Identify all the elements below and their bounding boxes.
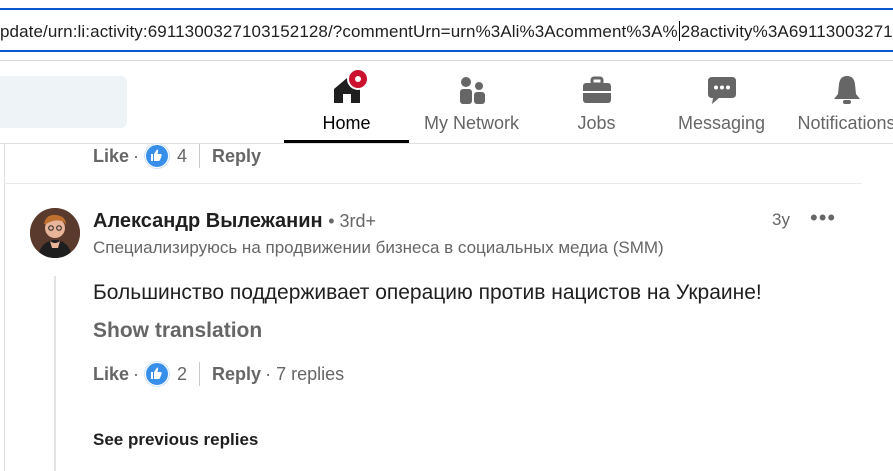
nav-jobs-label: Jobs	[577, 113, 616, 133]
see-previous-replies-button[interactable]: See previous replies	[93, 430, 258, 450]
reply-thread-line	[54, 276, 56, 471]
network-icon	[459, 77, 485, 104]
nav-notifications[interactable]: Notifications	[784, 61, 893, 143]
comment-author[interactable]: Александр Вылежанин • 3rd+	[93, 210, 376, 233]
nav-home-label: Home	[322, 113, 371, 133]
url-text: pdate/urn:li:activity:691130032710315212…	[0, 21, 893, 41]
notification-dot-badge	[347, 68, 369, 90]
action-divider	[199, 362, 201, 386]
author-name[interactable]: Александр Вылежанин	[93, 210, 323, 232]
comment-timestamp: 3y	[772, 210, 790, 229]
reaction-count[interactable]: 4	[177, 146, 187, 167]
linkedin-nav-bar: Home My Network Jobs Messaging Notificat…	[0, 61, 893, 144]
nav-messaging[interactable]: Messaging	[659, 61, 784, 143]
card-left-border	[4, 143, 5, 471]
briefcase-icon	[582, 76, 611, 103]
active-tab-underline	[284, 140, 409, 143]
nav-notifications-label: Notifications	[797, 113, 893, 133]
replies-count-link[interactable]: · 7 replies	[265, 364, 344, 385]
nav-my-network[interactable]: My Network	[409, 61, 534, 143]
connection-degree: • 3rd+	[328, 211, 377, 231]
like-reaction-icon[interactable]	[145, 362, 170, 386]
nav-messaging-label: Messaging	[677, 113, 766, 133]
bell-icon	[833, 76, 860, 104]
search-input[interactable]	[0, 76, 127, 128]
nav-my-network-label: My Network	[423, 113, 519, 133]
separator-dot: ·	[133, 145, 140, 166]
comment-actions: Like · 2 Reply · 7 replies	[93, 361, 344, 387]
browser-address-bar[interactable]: pdate/urn:li:activity:691130032710315212…	[0, 0, 893, 60]
text-caret	[678, 21, 680, 41]
avatar-photo	[30, 208, 80, 258]
like-button[interactable]: Like	[93, 146, 129, 167]
comment-text: Большинство поддерживает операцию против…	[93, 281, 762, 304]
like-button[interactable]: Like	[93, 364, 129, 385]
messaging-icon	[707, 77, 736, 104]
reaction-count[interactable]: 2	[177, 364, 187, 385]
prev-comment-actions: Like · 4 Reply	[93, 143, 261, 169]
nav-jobs[interactable]: Jobs	[534, 61, 659, 143]
action-divider	[199, 144, 201, 168]
comment-divider	[4, 183, 862, 184]
more-options-icon[interactable]: •••	[810, 205, 836, 231]
reply-button[interactable]: Reply	[212, 146, 261, 167]
show-translation-button[interactable]: Show translation	[93, 319, 262, 343]
author-headline: Специализируюсь на продвижении бизнеса в…	[93, 238, 664, 257]
like-reaction-icon[interactable]	[145, 144, 170, 168]
nav-home[interactable]: Home	[284, 61, 409, 143]
url-field[interactable]: pdate/urn:li:activity:691130032710315212…	[0, 8, 893, 52]
separator-dot: ·	[133, 363, 140, 384]
avatar[interactable]	[30, 208, 80, 258]
reply-button[interactable]: Reply	[212, 364, 261, 385]
